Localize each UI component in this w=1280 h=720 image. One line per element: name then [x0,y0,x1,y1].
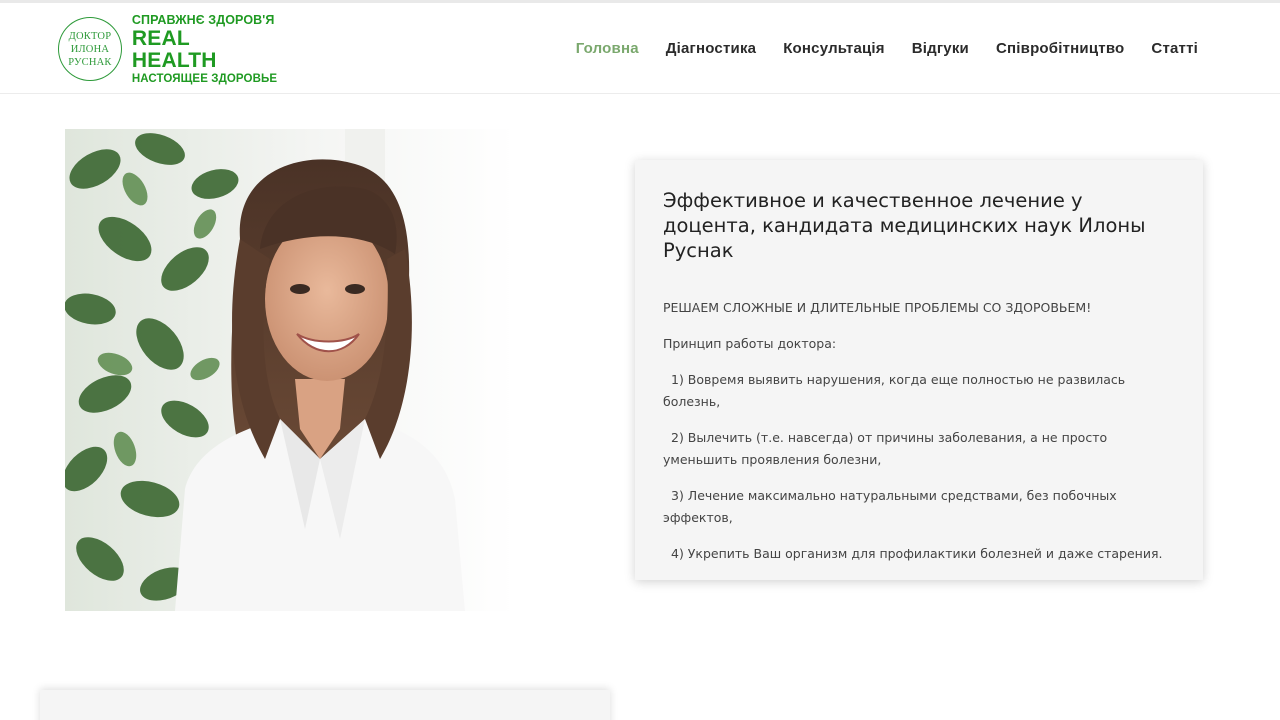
next-section-card [40,690,610,720]
nav-item-home[interactable]: Головна [576,40,639,57]
site-header: ДОКТОР ИЛОНА РУСНАК СПРАВЖНЄ ЗДОРОВ'Я RE… [0,3,1280,94]
logo-emblem: ДОКТОР ИЛОНА РУСНАК [58,17,122,81]
principle-item: 2) Вылечить (т.е. навсегда) от причины з… [663,430,1108,467]
logo-circle-line: РУСНАК [68,56,112,68]
nav-item-cooperation[interactable]: Співробітництво [996,40,1124,57]
main-nav: Головна Діагностика Консультація Відгуки… [549,3,1198,94]
principle-item: 3) Лечение максимально натуральными сред… [663,488,1117,525]
nav-item-articles[interactable]: Статті [1151,40,1198,57]
logo-wordmark: СПРАВЖНЄ ЗДОРОВ'Я REAL HEALTH НАСТОЯЩЕЕ … [132,13,280,86]
nav-item-diagnostics[interactable]: Діагностика [666,40,756,57]
logo-line-2: REAL HEALTH [131,26,217,72]
nav-item-reviews[interactable]: Відгуки [912,40,969,57]
logo-line-3: НАСТОЯЩЕЕ ЗДОРОВЬЕ [131,72,278,85]
intro-title: Эффективное и качественное лечение у доц… [663,189,1146,262]
doctor-portrait-image [65,129,515,611]
intro-card: Эффективное и качественное лечение у доц… [635,160,1203,580]
logo-circle-line: ИЛОНА [70,43,110,55]
principle-item: 4) Укрепить Ваш организм для профилактик… [671,546,1163,561]
logo-circle-line: ДОКТОР [68,30,112,42]
site-logo[interactable]: ДОКТОР ИЛОНА РУСНАК СПРАВЖНЄ ЗДОРОВ'Я RE… [58,13,280,85]
logo-line-1: СПРАВЖНЄ ЗДОРОВ'Я [131,12,275,27]
principle-item: 1) Вовремя выявить нарушения, когда еще … [663,372,1126,409]
nav-item-consultation[interactable]: Консультація [783,40,885,57]
doctor-photo [65,129,515,611]
intro-tagline: РЕШАЕМ СЛОЖНЫЕ И ДЛИТЕЛЬНЫЕ ПРОБЛЕМЫ СО … [663,300,1092,315]
principles-heading: Принцип работы доктора: [663,336,837,351]
